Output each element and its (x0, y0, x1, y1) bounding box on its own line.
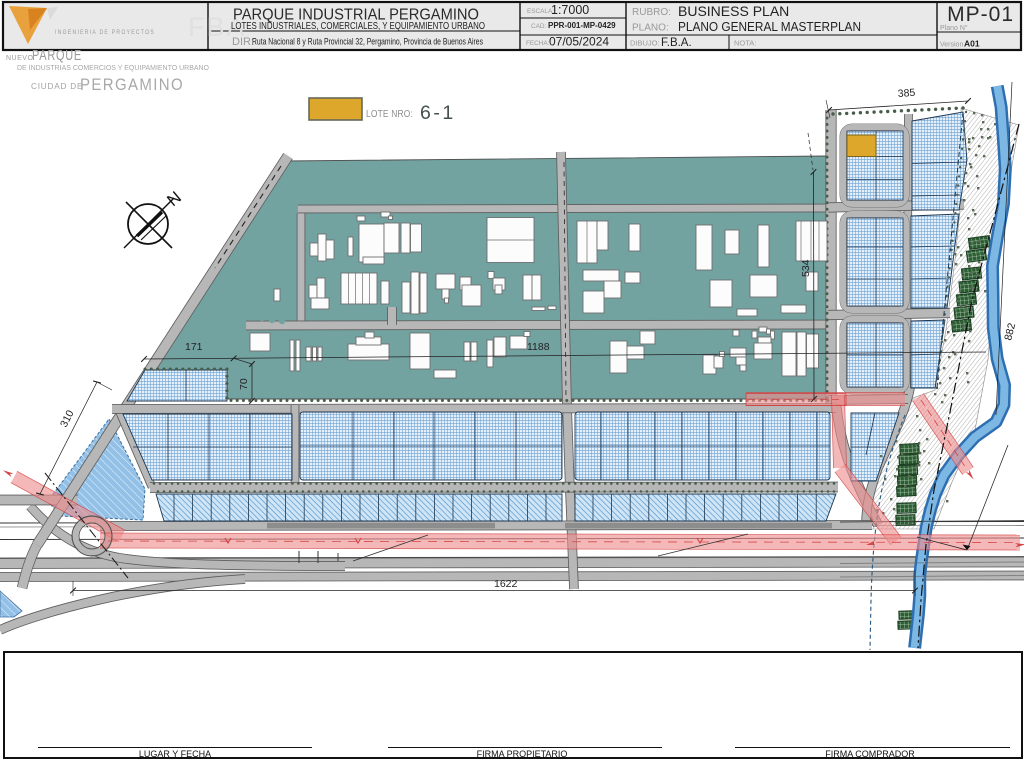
svg-text:MP-01: MP-01 (947, 3, 1014, 26)
svg-text:1:7000: 1:7000 (551, 3, 589, 17)
svg-text:385: 385 (897, 87, 915, 100)
svg-text:07/05/2024: 07/05/2024 (549, 35, 609, 49)
svg-text:FIRMA PROPIETARIO: FIRMA PROPIETARIO (477, 749, 568, 759)
svg-text:BUSINESS PLAN: BUSINESS PLAN (678, 3, 789, 19)
svg-text:PARQUE: PARQUE (32, 48, 82, 64)
svg-text:F.B.A.: F.B.A. (661, 37, 692, 49)
svg-text:LUGAR Y FECHA: LUGAR Y FECHA (139, 749, 211, 759)
svg-text:LOTE NRO:: LOTE NRO: (366, 109, 413, 120)
svg-text:RUBRO:: RUBRO: (632, 7, 671, 18)
svg-text:NUEVO: NUEVO (6, 55, 33, 62)
svg-text:6-1: 6-1 (420, 102, 456, 124)
svg-text:CIUDAD DE: CIUDAD DE (31, 82, 83, 91)
svg-text:Ruta Nacional 8 y Ruta Provinc: Ruta Nacional 8 y Ruta Provincial 32, Pe… (252, 37, 483, 47)
svg-text:70: 70 (238, 378, 250, 390)
svg-text:Plano N°: Plano N° (940, 24, 968, 32)
svg-text:DIBUJO:: DIBUJO: (630, 39, 660, 48)
svg-text:1188: 1188 (527, 341, 550, 353)
svg-text:PLANO:: PLANO: (632, 23, 669, 34)
svg-text:A01: A01 (964, 39, 980, 49)
svg-text:Version: Version (940, 42, 963, 49)
svg-text:PERGAMINO: PERGAMINO (80, 76, 184, 94)
svg-text:171: 171 (185, 341, 203, 353)
svg-text:PPR-001-MP-0429: PPR-001-MP-0429 (548, 21, 616, 30)
svg-text:534: 534 (800, 259, 812, 277)
svg-text:LOTES INDUSTRIALES, COMERCIALE: LOTES INDUSTRIALES, COMERCIALES, Y EQUIP… (231, 21, 485, 32)
svg-text:PLANO GENERAL MASTERPLAN: PLANO GENERAL MASTERPLAN (678, 19, 861, 34)
svg-text:NOTA:: NOTA: (734, 39, 756, 48)
svg-text:1622: 1622 (494, 578, 518, 590)
svg-text:FECHA:: FECHA: (526, 40, 550, 47)
svg-text:CAD:: CAD: (531, 23, 546, 30)
svg-text:FIRMA COMPRADOR: FIRMA COMPRADOR (825, 749, 915, 759)
svg-text:DIR:: DIR: (232, 36, 254, 48)
svg-text:DE INDUSTRIAS COMERCIOS Y EQUI: DE INDUSTRIAS COMERCIOS Y EQUIPAMIENTO U… (17, 63, 209, 72)
svg-text:INGENIERIA DE PROYECTOS: INGENIERIA DE PROYECTOS (55, 29, 155, 36)
